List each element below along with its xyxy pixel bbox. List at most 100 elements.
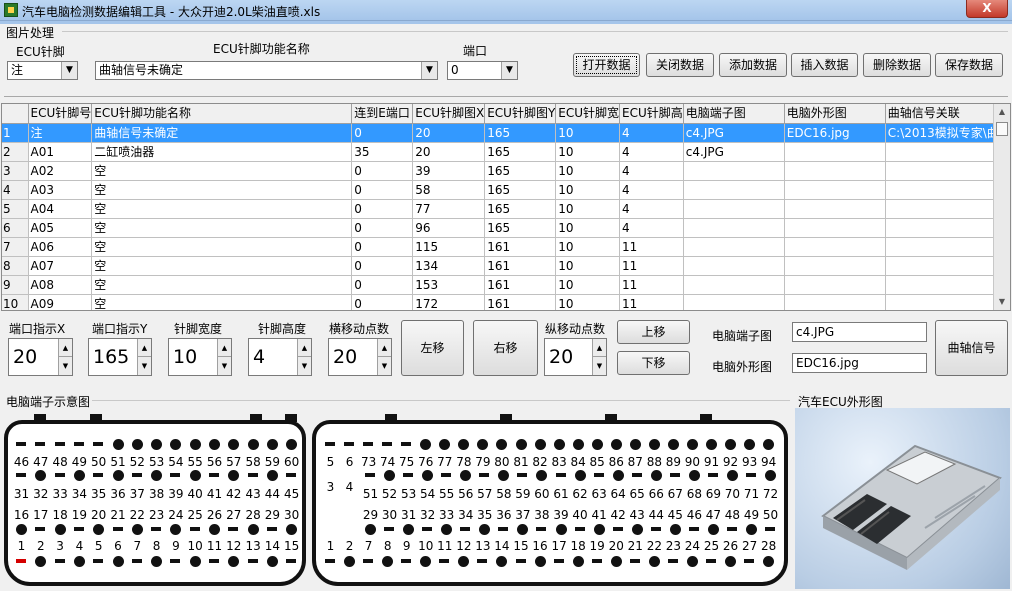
table-cell[interactable] bbox=[683, 275, 785, 295]
table-cell[interactable]: 0 bbox=[351, 123, 414, 143]
table-cell[interactable]: 10 bbox=[555, 237, 621, 257]
table-row[interactable]: 4 A03 空 0 58 165 10 4 bbox=[2, 180, 1000, 200]
column-header[interactable]: ECU针脚功能名称 bbox=[91, 104, 353, 124]
table-cell[interactable]: 20 bbox=[412, 142, 486, 162]
table-cell[interactable] bbox=[784, 180, 886, 200]
table-cell[interactable]: 10 bbox=[555, 123, 621, 143]
row-number[interactable]: 8 bbox=[2, 256, 29, 276]
title-bar[interactable]: 汽车电脑检测数据编辑工具 - 大众开迪2.0L柴油直喷.xls X bbox=[0, 0, 1012, 21]
move-down-button[interactable]: 下移 bbox=[617, 351, 690, 375]
spin-down-icon[interactable]: ▼ bbox=[297, 357, 311, 375]
table-cell[interactable]: 77 bbox=[412, 199, 486, 219]
table-cell[interactable] bbox=[885, 237, 1000, 257]
column-header[interactable]: 曲轴信号关联 bbox=[885, 104, 1000, 124]
column-header[interactable]: ECU针脚图Y bbox=[484, 104, 557, 124]
ecu-pin-select[interactable]: 注 ▼ bbox=[7, 61, 78, 80]
table-row[interactable]: 1 注曲轴信号未确定 0 20 165 10 4 c4.JPG EDC16.jpg C:\2013… bbox=[2, 123, 1000, 143]
table-row[interactable]: 9 A08 空 0 153 161 10 11 bbox=[2, 275, 1000, 295]
table-cell[interactable]: 空 bbox=[91, 199, 353, 219]
port-y-spinner[interactable]: 165 ▲ ▼ bbox=[88, 338, 152, 376]
chevron-down-icon[interactable]: ▼ bbox=[421, 62, 437, 79]
table-cell[interactable]: A04 bbox=[28, 199, 93, 219]
row-number[interactable]: 5 bbox=[2, 199, 29, 219]
column-header[interactable]: 电脑端子图 bbox=[683, 104, 785, 124]
spin-up-icon[interactable]: ▲ bbox=[377, 339, 391, 357]
port-x-spinner[interactable]: 20 ▲ ▼ bbox=[8, 338, 73, 376]
table-cell[interactable]: 161 bbox=[484, 237, 557, 257]
table-row[interactable]: 3 A02 空 0 39 165 10 4 bbox=[2, 161, 1000, 181]
chevron-down-icon[interactable]: ▼ bbox=[61, 62, 77, 79]
column-header[interactable]: ECU针脚高 bbox=[619, 104, 684, 124]
table-cell[interactable] bbox=[784, 218, 886, 238]
table-cell[interactable]: 空 bbox=[91, 275, 353, 295]
row-number[interactable]: 2 bbox=[2, 142, 29, 162]
table-cell[interactable]: 11 bbox=[619, 294, 684, 310]
row-number[interactable]: 6 bbox=[2, 218, 29, 238]
table-cell[interactable]: 4 bbox=[619, 123, 684, 143]
table-cell[interactable]: 35 bbox=[351, 142, 414, 162]
table-row[interactable]: 2 A01 二缸喷油器 35 20 165 10 4 c4.JPG bbox=[2, 142, 1000, 162]
scroll-thumb[interactable] bbox=[996, 122, 1008, 136]
hmove-spinner[interactable]: 20 ▲ ▼ bbox=[328, 338, 392, 376]
row-number[interactable]: 7 bbox=[2, 237, 29, 257]
table-cell[interactable]: 0 bbox=[351, 180, 414, 200]
table-cell[interactable]: 4 bbox=[619, 180, 684, 200]
table-cell[interactable] bbox=[885, 218, 1000, 238]
table-cell[interactable]: c4.JPG bbox=[683, 123, 785, 143]
table-row[interactable]: 10 A09 空 0 172 161 10 11 bbox=[2, 294, 1000, 310]
scroll-down-icon[interactable]: ▼ bbox=[994, 294, 1010, 310]
delete-data-button[interactable]: 删除数据 bbox=[863, 53, 931, 77]
table-cell[interactable] bbox=[784, 142, 886, 162]
table-cell[interactable]: 58 bbox=[412, 180, 486, 200]
table-cell[interactable]: 165 bbox=[484, 180, 557, 200]
table-cell[interactable] bbox=[885, 256, 1000, 276]
table-cell[interactable]: A02 bbox=[28, 161, 93, 181]
vmove-spinner[interactable]: 20 ▲ ▼ bbox=[544, 338, 607, 376]
chevron-down-icon[interactable]: ▼ bbox=[501, 62, 517, 79]
table-cell[interactable]: 10 bbox=[555, 218, 621, 238]
table-cell[interactable]: 0 bbox=[351, 294, 414, 310]
spin-down-icon[interactable]: ▼ bbox=[137, 357, 151, 375]
crank-signal-button[interactable]: 曲轴信号 bbox=[935, 320, 1008, 376]
table-cell[interactable]: 10 bbox=[555, 199, 621, 219]
table-cell[interactable]: 115 bbox=[412, 237, 486, 257]
move-up-button[interactable]: 上移 bbox=[617, 320, 690, 344]
table-cell[interactable]: 注 bbox=[28, 123, 93, 143]
ecu-func-select[interactable]: 曲轴信号未确定 ▼ bbox=[95, 61, 438, 80]
table-cell[interactable] bbox=[784, 161, 886, 181]
table-cell[interactable]: 空 bbox=[91, 218, 353, 238]
table-cell[interactable]: 空 bbox=[91, 161, 353, 181]
table-cell[interactable]: EDC16.jpg bbox=[784, 123, 886, 143]
open-data-button[interactable]: 打开数据 bbox=[573, 53, 640, 77]
table-cell[interactable]: 11 bbox=[619, 275, 684, 295]
table-cell[interactable] bbox=[784, 275, 886, 295]
table-cell[interactable]: 0 bbox=[351, 237, 414, 257]
table-cell[interactable] bbox=[784, 256, 886, 276]
table-cell[interactable]: 4 bbox=[619, 199, 684, 219]
table-cell[interactable]: A05 bbox=[28, 218, 93, 238]
table-cell[interactable]: c4.JPG bbox=[683, 142, 785, 162]
table-cell[interactable]: C:\2013模拟专家\曲 bbox=[885, 123, 1000, 143]
table-cell[interactable]: 165 bbox=[484, 218, 557, 238]
spin-up-icon[interactable]: ▲ bbox=[297, 339, 311, 357]
spin-up-icon[interactable]: ▲ bbox=[592, 339, 606, 357]
table-cell[interactable] bbox=[784, 199, 886, 219]
table-cell[interactable] bbox=[683, 294, 785, 310]
table-cell[interactable]: 空 bbox=[91, 294, 353, 310]
terminal-image-field[interactable]: c4.JPG bbox=[792, 322, 927, 342]
table-cell[interactable]: 20 bbox=[412, 123, 486, 143]
table-cell[interactable]: A09 bbox=[28, 294, 93, 310]
table-cell[interactable] bbox=[683, 161, 785, 181]
move-left-button[interactable]: 左移 bbox=[401, 320, 464, 376]
pin-height-spinner[interactable]: 4 ▲ ▼ bbox=[248, 338, 312, 376]
table-cell[interactable]: 空 bbox=[91, 237, 353, 257]
table-cell[interactable]: 4 bbox=[619, 142, 684, 162]
table-cell[interactable]: 134 bbox=[412, 256, 486, 276]
spin-down-icon[interactable]: ▼ bbox=[377, 357, 391, 375]
table-cell[interactable]: 10 bbox=[555, 294, 621, 310]
column-header[interactable]: 连到E端口 bbox=[351, 104, 414, 124]
table-cell[interactable]: 161 bbox=[484, 275, 557, 295]
table-cell[interactable]: 二缸喷油器 bbox=[91, 142, 353, 162]
table-cell[interactable]: 11 bbox=[619, 237, 684, 257]
outline-image-field[interactable]: EDC16.jpg bbox=[792, 353, 927, 373]
